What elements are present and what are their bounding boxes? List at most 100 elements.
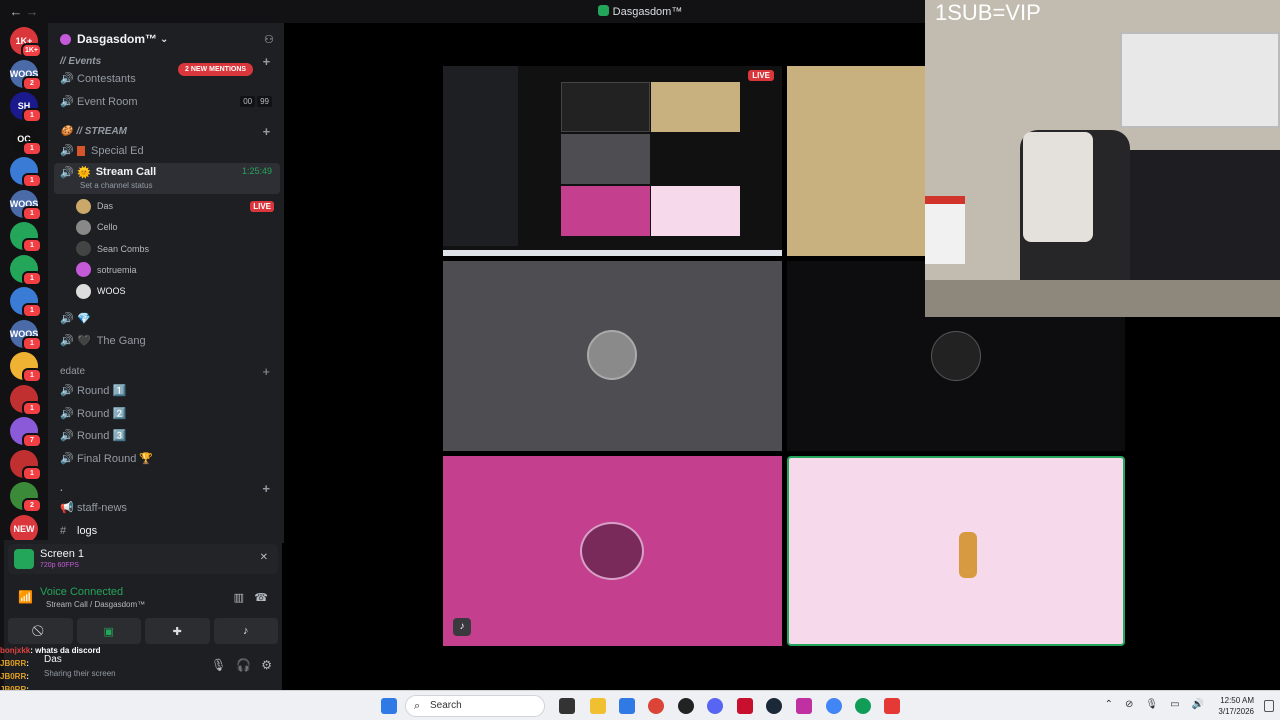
microphone-icon[interactable]: 🎙 (211, 658, 226, 672)
task-view-icon[interactable] (559, 698, 575, 714)
display-icon[interactable]: ▭ (1170, 699, 1179, 710)
windows-start-icon[interactable] (381, 698, 397, 714)
server-icon-7[interactable]: 1 (10, 254, 42, 286)
participant-avatar (931, 331, 981, 381)
server-icon-11[interactable]: 1 (10, 384, 42, 416)
voice-user[interactable]: WOOS (76, 281, 276, 301)
soundboard-icon[interactable]: ♪ (453, 618, 471, 636)
screen-share-tile[interactable]: LIVE (443, 66, 782, 256)
chrome-icon[interactable] (648, 698, 664, 714)
voice-user[interactable]: Cello (76, 217, 276, 237)
server-icon-4[interactable]: 1 (10, 157, 42, 188)
category-dot[interactable]: . + (54, 478, 280, 499)
webcam-overlay: 1SUB=VIP (925, 0, 1280, 317)
server-icon-3[interactable]: OC 1 (10, 124, 42, 156)
store-icon[interactable] (619, 698, 635, 714)
taskbar-clock[interactable]: 12:50 AM 3/17/2026 (1218, 695, 1254, 717)
user-limit-counter: 00 99 (240, 96, 272, 107)
new-mentions-badge[interactable]: 2 NEW MENTIONS (178, 63, 254, 76)
noise-suppression-icon[interactable]: ▥ (234, 591, 244, 604)
speaker-icon: 🔊 (60, 96, 74, 108)
system-tray: ⌃ ⊘ 🎙 ▭ 🔊 (1105, 699, 1204, 710)
voice-action-buttons: ⃠ ▣ ✚ ♪ (8, 618, 278, 644)
channel-round-4[interactable]: 🔊 Final Round 🏆 (54, 448, 280, 469)
server-icon-9[interactable]: WOOS 1 (10, 319, 42, 351)
network-icon[interactable]: ⊘ (1125, 699, 1133, 710)
chrome-profile-icon[interactable] (826, 698, 842, 714)
chevron-up-icon[interactable]: ⌃ (1105, 699, 1113, 710)
server-badge: 2 (22, 75, 42, 91)
channel-round-2[interactable]: 🔊 Round 2️⃣ (54, 403, 280, 424)
channel-label: Stream Call (95, 166, 157, 178)
server-icon-5[interactable]: WOOS 1 (10, 189, 42, 221)
taskbar-search[interactable]: ⌕ Search (405, 695, 545, 717)
discord-app: ← → Dasgasdom™ 1K+ 1K+ WOOS 2 SH 1 OC 1 1 WOOS 1 1 1… (0, 0, 1280, 707)
chrome-profile-2-icon[interactable] (855, 698, 871, 714)
channel-gem[interactable]: 🔊 💎 (54, 308, 280, 329)
live-badge: LIVE (250, 200, 274, 212)
add-channel-icon[interactable]: + (262, 124, 270, 139)
channel-logs[interactable]: # logs (54, 520, 280, 541)
stop-share-icon[interactable]: ✕ (260, 552, 268, 563)
camera-off-button[interactable]: ⃠ (8, 618, 73, 644)
notification-icon[interactable] (1264, 700, 1274, 712)
screen-share-icon (14, 549, 34, 569)
voice-location[interactable]: Stream Call / Dasgasdom™ (46, 600, 145, 609)
screen-share-card[interactable]: Screen 1 720p 60FPS ✕ (8, 544, 278, 574)
channel-round-3[interactable]: 🔊 Round 3️⃣ (54, 425, 280, 446)
category-edate[interactable]: edate + (54, 361, 280, 382)
discord-icon[interactable] (707, 698, 723, 714)
participant-tile-tan[interactable] (787, 66, 925, 256)
voice-user-name: Sean Combs (97, 243, 150, 254)
add-channel-icon[interactable]: + (262, 364, 270, 379)
invite-icon[interactable]: ⚇ (264, 33, 276, 46)
add-channel-icon[interactable]: + (262, 54, 270, 69)
acrobat-icon[interactable] (737, 698, 753, 714)
voice-user[interactable]: sotruemia (76, 260, 276, 280)
participant-tile-gray[interactable] (443, 261, 782, 451)
channel-staff-news[interactable]: 📢 staff-news (54, 497, 280, 518)
server-icon-13[interactable]: 1 (10, 449, 42, 481)
channel-stream-call[interactable]: 🔊 🌞 Stream Call 1:25:49 Set a channel st… (54, 163, 280, 194)
server-icon-15[interactable]: NEW (10, 514, 38, 543)
soundboard-button[interactable]: ♪ (213, 618, 278, 644)
activities-button[interactable]: ✚ (145, 618, 210, 644)
channel-the-gang[interactable]: 🔊 🖤 The Gang (54, 330, 280, 351)
set-channel-status[interactable]: Set a channel status (80, 181, 153, 190)
speaker-icon: 🔊 (60, 335, 74, 347)
server-badge: 1 (22, 238, 42, 253)
microphone-tray-icon[interactable]: 🎙 (1145, 699, 1158, 710)
category-stream[interactable]: 🍪 // STREAM + (54, 121, 280, 142)
back-arrow-icon[interactable]: ← (8, 4, 24, 19)
settings-gear-icon[interactable]: ⚙ (261, 658, 272, 672)
channel-special-ed[interactable]: 🔊 Special Ed (54, 140, 280, 161)
screen-share-button[interactable]: ▣ (76, 618, 141, 644)
obs-icon[interactable] (678, 698, 694, 714)
voice-user[interactable]: Sean Combs (76, 239, 276, 259)
participant-avatar (587, 330, 637, 380)
server-icon-12[interactable]: 7 (10, 417, 42, 448)
server-icon-8[interactable]: 1 (10, 287, 42, 318)
server-icon-1[interactable]: WOOS 2 (10, 59, 42, 91)
participant-tile-light-pink[interactable] (787, 456, 1125, 646)
recorder-icon[interactable] (884, 698, 900, 714)
voice-user[interactable]: Das LIVE (76, 196, 276, 216)
forward-arrow-icon[interactable]: → (24, 4, 40, 19)
channel-event-room[interactable]: 🔊 Event Room 00 99 (54, 91, 280, 112)
server-badge: 2 (22, 498, 42, 513)
server-icon-0[interactable]: 1K+ 1K+ (10, 27, 42, 58)
participant-tile-pink[interactable]: ♪ (443, 456, 782, 646)
add-channel-icon[interactable]: + (262, 481, 270, 496)
server-icon-10[interactable]: 1 (10, 352, 42, 383)
server-icon-2[interactable]: SH 1 (10, 92, 42, 123)
disconnect-icon[interactable]: ☎ (254, 591, 268, 604)
steam-icon[interactable] (766, 698, 782, 714)
volume-icon[interactable]: 🔊 (1192, 699, 1204, 710)
server-icon-6[interactable]: 1 (10, 222, 42, 253)
file-explorer-icon[interactable] (590, 698, 606, 714)
channel-round-1[interactable]: 🔊 Round 1️⃣ (54, 380, 280, 401)
app-icon[interactable] (796, 698, 812, 714)
voice-connected-label[interactable]: Voice Connected (40, 586, 123, 598)
headphones-icon[interactable]: 🎧 (236, 658, 251, 672)
server-icon-14[interactable]: 2 (10, 482, 42, 513)
